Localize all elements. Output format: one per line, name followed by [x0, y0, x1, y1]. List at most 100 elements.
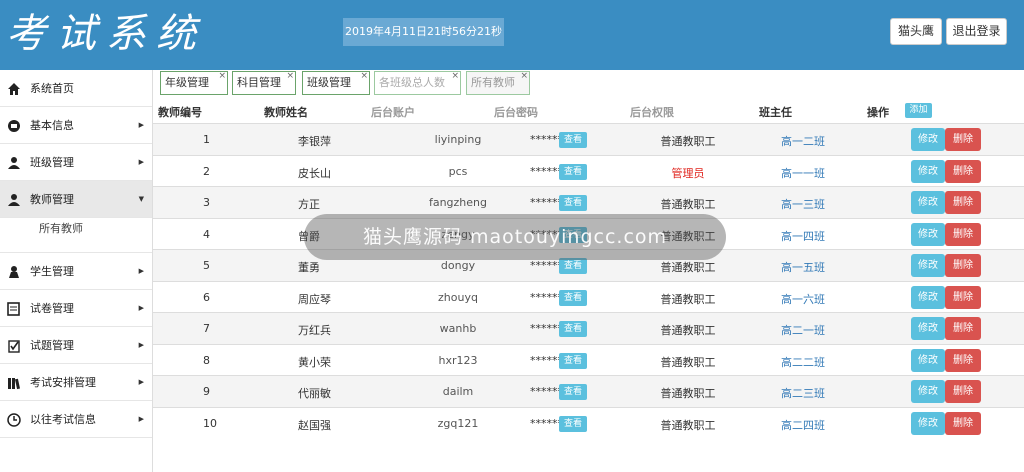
view-password-button[interactable]: 查看 [559, 195, 587, 211]
chevron-right-icon: ▶ [138, 267, 144, 275]
sidebar-item-student-management[interactable]: 学生管理 ▶ [0, 253, 152, 290]
close-icon[interactable]: × [520, 65, 528, 87]
teacher-permission: 管理员 [671, 166, 705, 180]
edit-button[interactable]: 修改 [911, 159, 945, 183]
teacher-name: 赵国强 [298, 418, 331, 432]
delete-button[interactable]: 删除 [945, 380, 981, 403]
edit-button[interactable]: 修改 [911, 411, 945, 435]
chevron-right-icon: ▶ [138, 341, 144, 349]
view-password-button[interactable]: 查看 [559, 321, 587, 337]
tab-subject-management[interactable]: 科目管理 × [232, 71, 296, 95]
teacher-name: 周应琴 [298, 292, 331, 306]
tab-label: 班级管理 [307, 76, 351, 89]
user-button[interactable]: 猫头鹰 [890, 18, 942, 45]
head-teacher-class-link[interactable]: 高一五班 [768, 259, 838, 275]
teacher-name: 董勇 [298, 261, 320, 274]
sidebar-item-label: 教师管理 [30, 193, 74, 206]
sidebar-item-label: 系统首页 [30, 82, 74, 95]
head-teacher-class-link[interactable]: 高二一班 [768, 322, 838, 338]
view-password-button[interactable]: 查看 [559, 258, 587, 274]
sidebar-item-label: 班级管理 [30, 156, 74, 169]
col-permission: 后台权限 [630, 106, 674, 119]
teacher-icon [8, 194, 20, 206]
delete-button[interactable]: 删除 [945, 222, 981, 246]
head-teacher-class-link[interactable]: 高二四班 [768, 417, 838, 433]
head-teacher-class-link[interactable]: 高一六班 [768, 291, 838, 307]
edit-button[interactable]: 修改 [911, 222, 945, 246]
teacher-permission: 普通教职工 [660, 387, 716, 400]
sidebar-item-past-exams[interactable]: 以往考试信息 ▶ [0, 401, 152, 438]
edit-button[interactable]: 修改 [911, 380, 945, 403]
teacher-name: 代丽敏 [298, 387, 331, 400]
teacher-table: 1 李银萍 liyinping ****** 查看 普通教职工 高一二班 修改 … [153, 123, 1024, 438]
teacher-account: zgq121 [437, 416, 479, 430]
delete-button[interactable]: 删除 [945, 348, 981, 372]
table-row: 7 万红兵 wanhb ****** 查看 普通教职工 高二一班 修改 删除 [153, 312, 1024, 344]
chevron-right-icon: ▶ [138, 415, 144, 423]
teacher-id: 4 [203, 227, 210, 241]
edit-button[interactable]: 修改 [911, 317, 945, 340]
view-password-button[interactable]: 查看 [559, 289, 587, 306]
sidebar-item-paper-management[interactable]: 试卷管理 ▶ [0, 290, 152, 327]
delete-button[interactable]: 删除 [945, 254, 981, 277]
logout-button[interactable]: 退出登录 [946, 18, 1007, 45]
sidebar-item-home[interactable]: 系统首页 [0, 70, 152, 107]
chevron-right-icon: ▶ [138, 121, 144, 129]
teacher-id: 8 [203, 353, 210, 367]
sidebar-item-basic-info[interactable]: 基本信息 ▶ [0, 107, 152, 144]
head-teacher-class-link[interactable]: 高二二班 [768, 354, 838, 370]
delete-button[interactable]: 删除 [945, 159, 981, 183]
edit-button[interactable]: 修改 [911, 285, 945, 309]
teacher-permission: 普通教职工 [660, 135, 716, 148]
watermark-banner: 猫头鹰源码 maotouyingcc.com [304, 214, 726, 260]
close-icon[interactable]: × [451, 65, 459, 87]
edit-button[interactable]: 修改 [911, 191, 945, 214]
sidebar-item-question-management[interactable]: 试题管理 ▶ [0, 327, 152, 364]
close-icon[interactable]: × [218, 65, 226, 87]
sidebar-item-label: 考试安排管理 [30, 376, 96, 389]
head-teacher-class-link[interactable]: 高二三班 [768, 385, 838, 401]
head-teacher-class-link[interactable]: 高一一班 [768, 165, 838, 181]
teacher-id: 6 [203, 290, 210, 304]
table-row: 6 周应琴 zhouyq ****** 查看 普通教职工 高一六班 修改 删除 [153, 280, 1024, 313]
teacher-name: 方正 [298, 198, 320, 211]
tab-class-totals[interactable]: 各班级总人数 × [374, 71, 461, 95]
edit-button[interactable]: 修改 [911, 128, 945, 151]
add-button[interactable]: 添加 [905, 103, 932, 118]
delete-button[interactable]: 删除 [945, 285, 981, 309]
edit-button[interactable]: 修改 [911, 348, 945, 372]
edit-button[interactable]: 修改 [911, 254, 945, 277]
head-teacher-class-link[interactable]: 高一三班 [768, 196, 838, 212]
tab-label: 各班级总人数 [379, 76, 445, 89]
table-row: 1 李银萍 liyinping ****** 查看 普通教职工 高一二班 修改 … [153, 123, 1024, 155]
close-icon[interactable]: × [360, 65, 368, 87]
view-password-button[interactable]: 查看 [559, 132, 587, 148]
delete-button[interactable]: 删除 [945, 411, 981, 435]
delete-button[interactable]: 删除 [945, 128, 981, 151]
head-teacher-class-link[interactable]: 高一二班 [768, 133, 838, 149]
col-actions: 操作 [867, 106, 889, 119]
tab-class-management[interactable]: 班级管理 × [302, 71, 370, 95]
sidebar-item-teacher-management[interactable]: 教师管理 ▼ [0, 181, 152, 218]
clock-icon [7, 413, 21, 427]
view-password-button[interactable]: 查看 [559, 415, 587, 432]
sidebar-item-exam-schedule[interactable]: 考试安排管理 ▶ [0, 364, 152, 401]
view-password-button[interactable]: 查看 [559, 352, 587, 369]
sidebar-item-class-management[interactable]: 班级管理 ▶ [0, 144, 152, 181]
teacher-account: pcs [448, 164, 468, 178]
close-icon[interactable]: × [286, 65, 294, 87]
sidebar-subitem-all-teachers[interactable]: 所有教师 [0, 218, 152, 253]
delete-button[interactable]: 删除 [945, 191, 981, 214]
teacher-id: 7 [203, 322, 210, 335]
app-logo-title: 考试系统 [6, 11, 206, 57]
teacher-name: 万红兵 [298, 324, 331, 337]
view-password-button[interactable]: 查看 [559, 384, 587, 400]
teacher-account: dongy [440, 259, 476, 272]
teacher-account: hxr123 [438, 353, 478, 367]
tab-all-teachers[interactable]: 所有教师 × [466, 71, 530, 95]
tab-grade-management[interactable]: 年级管理 × [160, 71, 228, 95]
view-password-button[interactable]: 查看 [559, 163, 587, 180]
col-teacher-id: 教师编号 [158, 106, 202, 119]
head-teacher-class-link[interactable]: 高一四班 [768, 228, 838, 244]
delete-button[interactable]: 删除 [945, 317, 981, 340]
